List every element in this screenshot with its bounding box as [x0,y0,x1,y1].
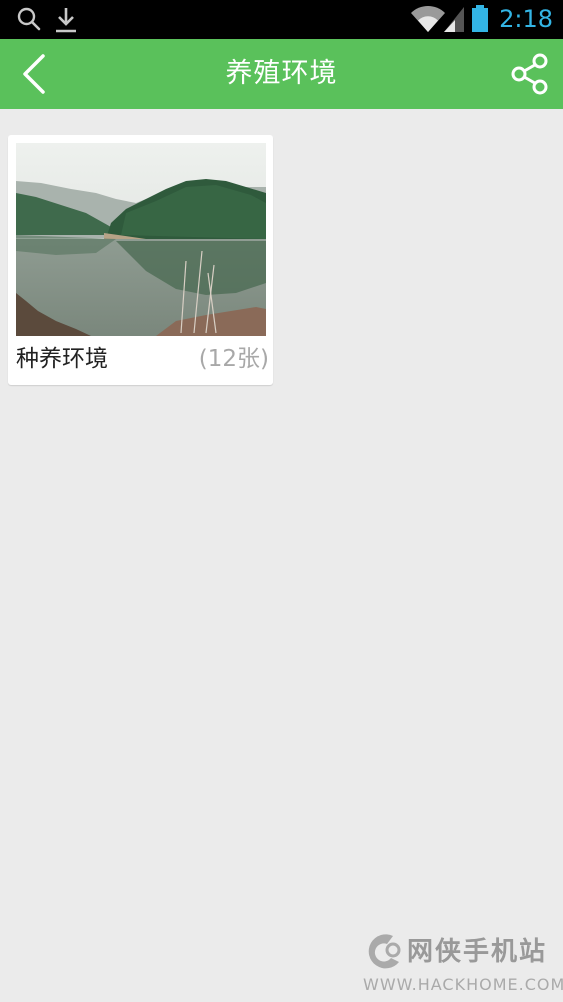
download-icon [56,8,76,33]
album-thumbnail[interactable] [16,143,266,336]
status-time: 2:18 [499,5,553,33]
share-button[interactable] [507,51,553,97]
album-photo-count: (12张) [198,346,269,372]
watermark: 网侠手机站 WWW.HACKHOME.COM [363,930,563,998]
app-bar: 养殖环境 [0,39,563,109]
back-button[interactable] [14,51,58,97]
watermark-url: WWW.HACKHOME.COM [363,975,563,994]
battery-icon [472,5,488,32]
signal-icon [444,7,464,32]
album-name: 种养环境 [16,346,108,372]
chevron-left-icon [23,54,45,94]
status-bar: 2:18 [0,0,563,39]
hackhome-logo-icon [368,934,401,969]
lake-landscape-photo [16,143,266,336]
share-icon [511,53,548,95]
search-icon [17,7,41,31]
wifi-icon [411,5,445,32]
page-title: 养殖环境 [225,58,338,89]
album-card[interactable]: 种养环境 (12张) [8,135,273,385]
watermark-name: 网侠手机站 [407,937,548,967]
